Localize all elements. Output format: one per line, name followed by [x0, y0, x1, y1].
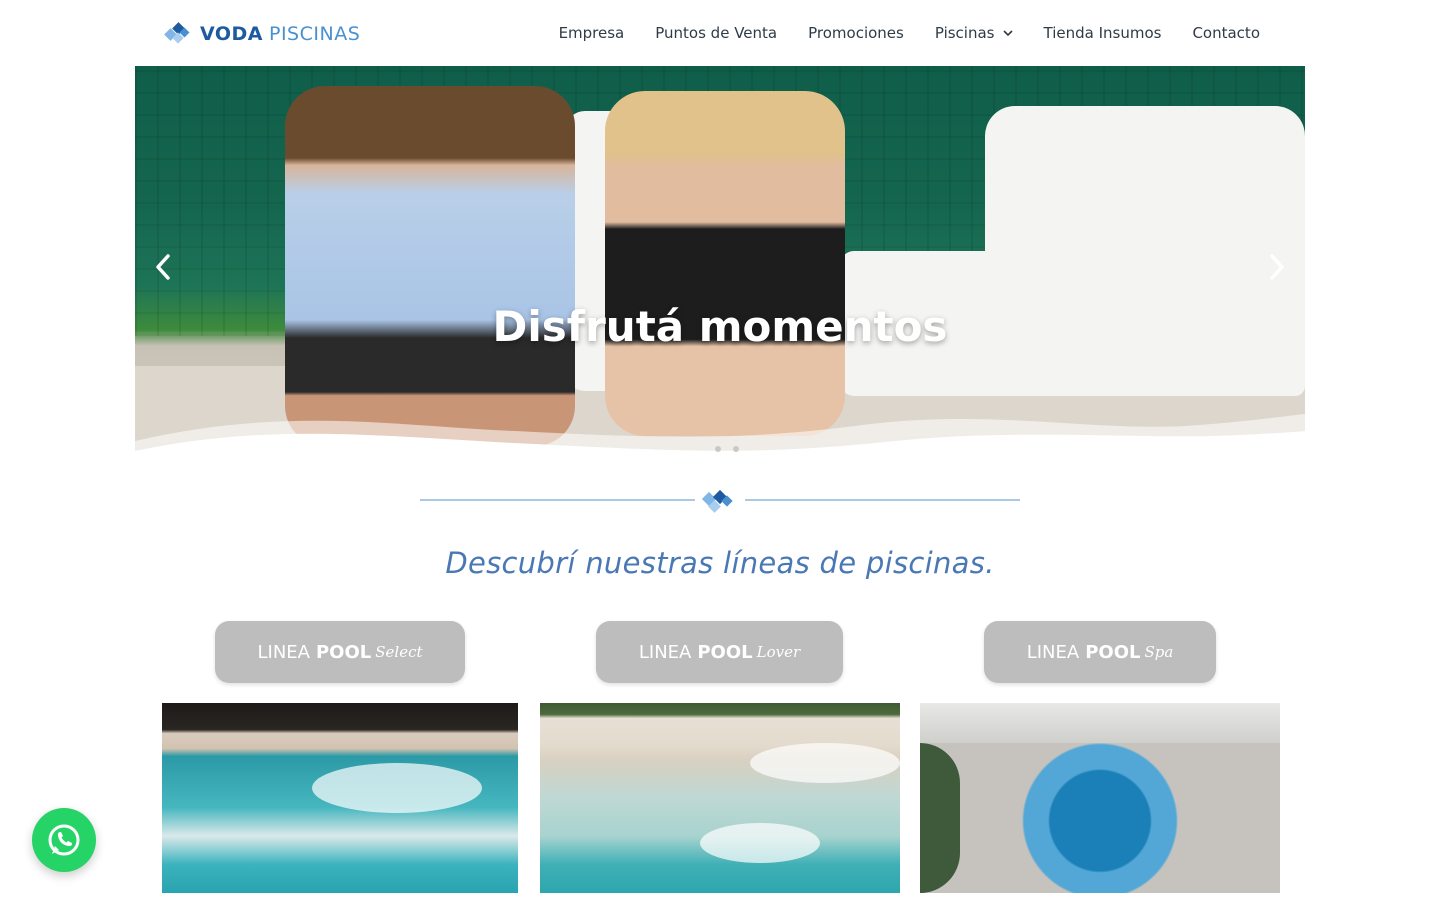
plants: [920, 743, 960, 893]
diamond-divider-icon: [701, 489, 733, 513]
linea-pool-select-button[interactable]: LINEA POOL Select: [215, 621, 465, 683]
water-splash: [312, 763, 482, 813]
site-header: VODA PISCINAS Empresa Puntos de Venta Pro…: [0, 0, 1440, 66]
linea-pool-lover-button[interactable]: LINEA POOL Lover: [596, 621, 843, 683]
whatsapp-button[interactable]: [32, 808, 96, 872]
button-prefix: LINEA: [257, 641, 310, 663]
nav-item-empresa[interactable]: Empresa: [559, 24, 625, 42]
button-script: Lover: [756, 643, 801, 661]
pool-lover-image[interactable]: [540, 703, 900, 893]
divider-line: [420, 499, 695, 501]
whatsapp-icon: [48, 824, 80, 856]
logo-brand-bold: VODA: [200, 23, 263, 45]
nav-item-piscinas[interactable]: Piscinas: [935, 24, 1013, 42]
nav-label: Piscinas: [934, 24, 995, 42]
terrace-wall: [920, 703, 1280, 743]
slider-dot[interactable]: [733, 446, 739, 452]
hero-slider: Disfrutá momentos: [135, 66, 1305, 466]
nav-label: Puntos de Venta: [655, 24, 778, 42]
chevron-right-icon[interactable]: [1265, 252, 1289, 282]
divider-line: [745, 499, 1020, 501]
slider-dots: [715, 446, 739, 452]
nav-label: Promociones: [808, 24, 904, 42]
linea-pool-spa-button[interactable]: LINEA POOL Spa: [984, 621, 1216, 683]
button-prefix: LINEA: [638, 641, 692, 663]
hero-title: Disfrutá momentos: [492, 302, 948, 351]
nav-item-tienda-insumos[interactable]: Tienda Insumos: [1044, 24, 1162, 42]
nav-label: Contacto: [1192, 24, 1260, 42]
site-logo[interactable]: VODA PISCINAS: [164, 22, 360, 46]
button-bold: POOL: [697, 641, 753, 663]
lounge-chair: [985, 106, 1305, 396]
chevron-down-icon: [1002, 30, 1013, 37]
nav-item-puntos-de-venta[interactable]: Puntos de Venta: [655, 24, 777, 42]
nav-label: Tienda Insumos: [1043, 24, 1162, 42]
button-bold: POOL: [315, 641, 372, 663]
nav-item-contacto[interactable]: Contacto: [1192, 24, 1260, 42]
button-prefix: LINEA: [1026, 641, 1080, 663]
nav-item-promociones[interactable]: Promociones: [808, 24, 904, 42]
hero-wave: [135, 414, 1305, 466]
pool-select-image[interactable]: [162, 703, 518, 893]
section-title: Descubrí nuestras líneas de piscinas.: [445, 546, 995, 580]
chevron-left-icon[interactable]: [151, 252, 175, 282]
water-splash: [700, 823, 820, 863]
water-splash: [750, 743, 900, 783]
woman-figure: [605, 91, 845, 436]
diamond-logo-icon: [164, 22, 190, 44]
button-script: Spa: [1144, 643, 1174, 661]
pool-spa-image[interactable]: [920, 703, 1280, 893]
section-divider: [420, 486, 1020, 516]
button-script: Select: [375, 643, 423, 661]
nav-label: Empresa: [558, 24, 625, 42]
main-nav: Empresa Puntos de Venta Promociones Pisc…: [528, 24, 1260, 42]
logo-brand-light: PISCINAS: [269, 23, 361, 45]
slider-dot[interactable]: [715, 446, 721, 452]
man-figure: [285, 86, 575, 446]
button-bold: POOL: [1085, 641, 1141, 663]
